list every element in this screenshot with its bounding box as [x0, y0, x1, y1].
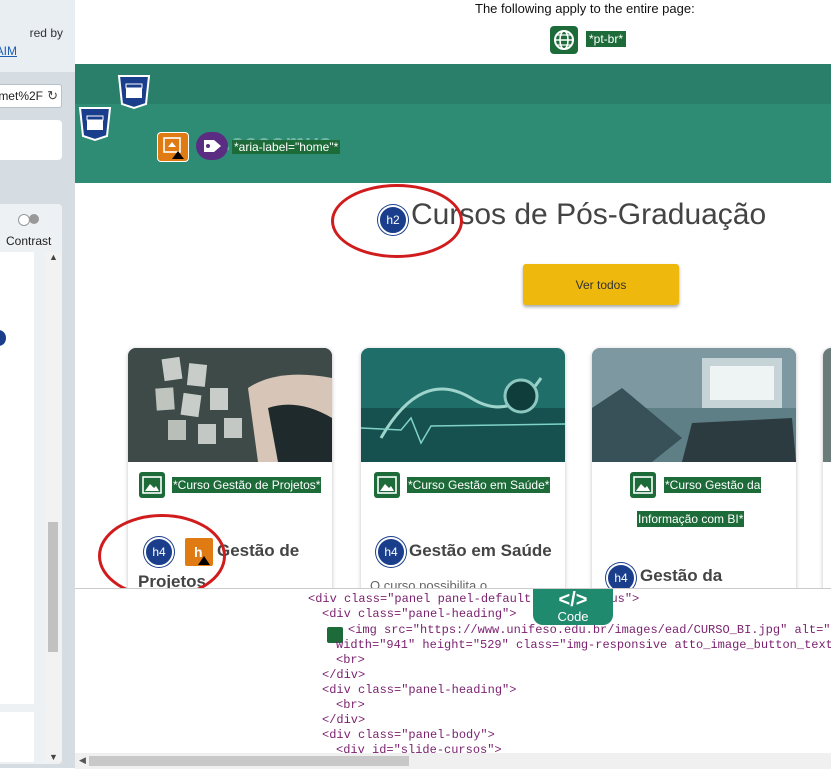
- page-viewport: The following apply to the entire page: …: [75, 0, 831, 588]
- scroll-down-arrow[interactable]: ▼: [49, 752, 58, 762]
- page-region-icon[interactable]: [117, 74, 151, 110]
- image-icon[interactable]: [157, 132, 189, 162]
- code-line: <br>: [336, 698, 365, 712]
- code-panel: <div class="panel panel-default " id="re…: [75, 588, 831, 769]
- course-description: O curso possibilita o: [370, 578, 488, 588]
- course-image[interactable]: [128, 348, 332, 462]
- page-region-icon[interactable]: [78, 106, 112, 142]
- image-alt-icon[interactable]: [139, 472, 165, 498]
- code-icon: </>: [558, 589, 588, 611]
- course-image[interactable]: [823, 348, 831, 462]
- course-card[interactable]: [823, 348, 831, 588]
- contrast-toggle[interactable]: [18, 214, 42, 226]
- aria-label-tag: *aria-label="home"*: [232, 140, 341, 154]
- powered-by-section: red by AIM: [0, 0, 75, 72]
- code-line: <br>: [336, 653, 365, 667]
- course-title: Gestão de: [217, 541, 300, 560]
- code-toggle-label: Code: [557, 609, 589, 624]
- code-line: </div>: [322, 713, 366, 727]
- sidebar-content: [0, 252, 34, 704]
- language-note: The following apply to the entire page:: [475, 1, 695, 16]
- code-toggle-button[interactable]: </> Code: [533, 589, 613, 625]
- scroll-thumb[interactable]: [48, 522, 58, 652]
- image-alt-tag: *Curso Gestão da: [664, 477, 762, 493]
- globe-icon[interactable]: [550, 26, 578, 54]
- scroll-thumb[interactable]: [89, 756, 409, 766]
- image-alt-tag-continued: Informação com BI*: [637, 511, 745, 527]
- sidebar-lower-box: [0, 712, 34, 762]
- tag-icon[interactable]: [196, 132, 228, 160]
- course-image[interactable]: [592, 348, 796, 462]
- code-line: <div class="panel-heading">: [322, 607, 517, 621]
- image-alt-icon[interactable]: [374, 472, 400, 498]
- powered-by-text: red by: [29, 26, 63, 40]
- contrast-tab[interactable]: Contrast: [6, 234, 51, 248]
- course-card[interactable]: *Curso Gestão da Informação com BI* h4 G…: [592, 348, 796, 588]
- banner-top-strip: [75, 64, 831, 104]
- url-text: met%2F: [0, 89, 43, 103]
- page-title: Cursos de Pós-Graduação: [411, 198, 767, 231]
- code-line: width="941" height="529" class="img-resp…: [336, 638, 831, 652]
- sidebar-info-box: [0, 120, 62, 160]
- heading-icon[interactable]: h4: [606, 563, 636, 588]
- url-input[interactable]: met%2F ↻: [0, 84, 62, 108]
- wave-sidebar: red by AIM met%2F ↻ Contrast ▲ ▼: [0, 0, 75, 768]
- powered-by-link[interactable]: AIM: [0, 44, 17, 58]
- scroll-left-arrow[interactable]: ◀: [79, 755, 86, 766]
- language-tag: *pt-br*: [586, 31, 627, 47]
- code-line: <div class="panel-heading">: [322, 683, 517, 697]
- scroll-up-arrow[interactable]: ▲: [49, 252, 58, 262]
- course-title: Gestão da: [640, 566, 723, 585]
- code-line: </div>: [322, 668, 366, 682]
- heading-icon[interactable]: h4: [376, 537, 406, 567]
- reload-icon[interactable]: ↻: [47, 85, 58, 107]
- course-image[interactable]: [361, 348, 565, 462]
- image-alt-tag: *Curso Gestão em Saúde*: [407, 477, 551, 493]
- code-line: <div class="panel-body">: [322, 728, 495, 742]
- horizontal-scrollbar[interactable]: ◀: [75, 753, 831, 769]
- annotation-circle: [331, 184, 463, 258]
- view-all-button[interactable]: Ver todos: [523, 264, 679, 305]
- course-card[interactable]: *Curso Gestão em Saúde* h4 Gestão em Saú…: [361, 348, 565, 588]
- code-line: <img src="https://www.unifeso.edu.br/ima…: [348, 623, 831, 637]
- course-title: Gestão em Saúde: [409, 541, 552, 560]
- sidebar-scrollbar[interactable]: ▲ ▼: [45, 252, 61, 762]
- image-alt-tag: *Curso Gestão de Projetos*: [172, 477, 322, 493]
- annotation-circle: [98, 514, 226, 588]
- image-alt-icon[interactable]: [630, 472, 656, 498]
